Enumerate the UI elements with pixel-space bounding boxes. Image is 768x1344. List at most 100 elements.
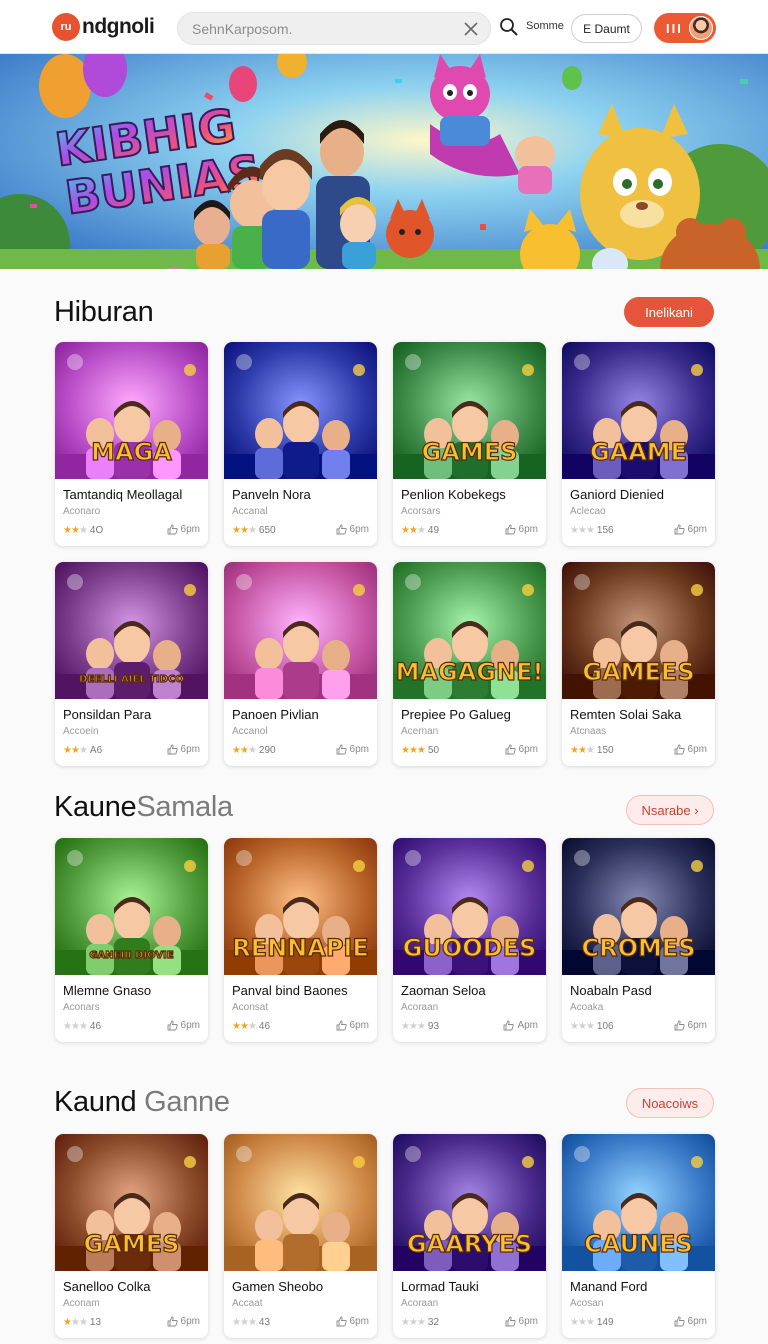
- game-thumbnail[interactable]: GAAME: [562, 342, 715, 479]
- card-action-label: 6pm: [518, 744, 538, 755]
- thumbs-up-icon: [336, 744, 347, 755]
- card-action[interactable]: 6pm: [336, 1020, 369, 1031]
- game-card[interactable]: GUOODES Zaoman Seloa Acoraan ★★★ 93 Apm: [393, 838, 546, 1042]
- rating-value: 32: [427, 1317, 440, 1328]
- game-thumbnail[interactable]: GUOODES: [393, 838, 546, 975]
- game-thumbnail[interactable]: [224, 562, 377, 699]
- game-thumbnail[interactable]: DEELLI AIEL TIDCO: [55, 562, 208, 699]
- game-thumbnail[interactable]: CROMES: [562, 838, 715, 975]
- card-action-label: 6pm: [518, 524, 538, 535]
- game-title[interactable]: Lormad Tauki: [401, 1279, 479, 1294]
- close-icon[interactable]: [462, 20, 480, 38]
- header-outline-button[interactable]: E Daumt: [571, 14, 642, 43]
- card-action[interactable]: 6pm: [674, 1020, 707, 1031]
- game-title[interactable]: Gamen Sheobo: [232, 1279, 323, 1294]
- game-rating: ★★★ A6: [63, 745, 102, 756]
- card-action[interactable]: 6pm: [505, 524, 538, 535]
- game-thumbnail[interactable]: GAMES: [55, 1134, 208, 1271]
- game-card[interactable]: GAARYES Lormad Tauki Acoraan ★★★ 32 6pm: [393, 1134, 546, 1338]
- game-card[interactable]: MAGAGNE! Prepiee Po Galueg Acernan ★★★ 50 6pm: [393, 562, 546, 766]
- game-card[interactable]: Panoen Pivlian Accanol ★★★ 290 6pm: [224, 562, 377, 766]
- card-action[interactable]: 6pm: [336, 744, 369, 755]
- game-title[interactable]: Penlion Kobekegs: [401, 487, 506, 502]
- game-thumbnail[interactable]: RENNAPIE: [224, 838, 377, 975]
- site-logo[interactable]: ru ndgnoli: [52, 12, 155, 42]
- card-action[interactable]: 6pm: [167, 1020, 200, 1031]
- game-card[interactable]: GAMEES Remten Solai Saka Atcnaas ★★★ 150 6pm: [562, 562, 715, 766]
- game-card[interactable]: GAAME Ganiord Dienied Aclecao ★★★ 156 6pm: [562, 342, 715, 546]
- game-subtitle: Atcnaas: [570, 726, 607, 737]
- game-rating: ★★★ 43: [232, 1317, 270, 1328]
- game-thumbnail[interactable]: GAMES: [393, 342, 546, 479]
- section-4-action-button[interactable]: Noacoiws: [626, 1088, 714, 1118]
- game-card[interactable]: Panveln Nora Accanal ★★★ 650 6pm: [224, 342, 377, 546]
- game-title[interactable]: Panval bind Baones: [232, 983, 348, 998]
- hero-banner[interactable]: KIBHIG BUNIAS: [0, 54, 768, 269]
- game-title[interactable]: Tamtandiq Meollagal: [63, 487, 182, 502]
- game-card[interactable]: CROMES Noabaln Pasd Acoaka ★★★ 106 6pm: [562, 838, 715, 1042]
- game-card[interactable]: Gamen Sheobo Accaat ★★★ 43 6pm: [224, 1134, 377, 1338]
- game-card[interactable]: GAMES Sanelloo Colka Aconam ★★★ 13 6pm: [55, 1134, 208, 1338]
- card-action-label: 6pm: [349, 1020, 369, 1031]
- game-subtitle: Accanol: [232, 726, 268, 737]
- user-menu-button[interactable]: III: [654, 13, 716, 43]
- section-3-action-button[interactable]: Nsarabe ›: [626, 795, 714, 825]
- game-title[interactable]: Panoen Pivlian: [232, 707, 319, 722]
- game-title[interactable]: Zaoman Seloa: [401, 983, 486, 998]
- search-input[interactable]: [192, 13, 452, 44]
- game-card[interactable]: CAUNES Manand Ford Acosan ★★★ 149 6pm: [562, 1134, 715, 1338]
- game-thumbnail[interactable]: GAARYES: [393, 1134, 546, 1271]
- thumbs-up-icon: [674, 524, 685, 535]
- game-thumbnail[interactable]: GANEIII DIOVIE: [55, 838, 208, 975]
- game-rating: ★★★ 106: [570, 1021, 614, 1032]
- game-title[interactable]: Panveln Nora: [232, 487, 311, 502]
- game-subtitle: Acoraan: [401, 1002, 439, 1013]
- game-title[interactable]: Manand Ford: [570, 1279, 647, 1294]
- card-action[interactable]: 6pm: [167, 744, 200, 755]
- header-link[interactable]: Somme: [526, 20, 564, 32]
- thumbs-up-icon: [167, 744, 178, 755]
- game-title[interactable]: Ganiord Dienied: [570, 487, 664, 502]
- game-card[interactable]: GAMES Penlion Kobekegs Acorsars ★★★ 49 6pm: [393, 342, 546, 546]
- game-card[interactable]: RENNAPIE Panval bind Baones Aconsat ★★★ 46 6p…: [224, 838, 377, 1042]
- thumbnail-title-text: GANEIII DIOVIE: [89, 950, 174, 961]
- star-icon: ★★★: [232, 1021, 257, 1032]
- card-action[interactable]: 6pm: [505, 1316, 538, 1327]
- card-action[interactable]: 6pm: [674, 744, 707, 755]
- game-thumbnail[interactable]: [224, 342, 377, 479]
- rating-value: 46: [258, 1021, 271, 1032]
- game-thumbnail[interactable]: CAUNES: [562, 1134, 715, 1271]
- game-thumbnail[interactable]: [224, 1134, 377, 1271]
- card-action[interactable]: 6pm: [505, 744, 538, 755]
- game-card[interactable]: GANEIII DIOVIE Mlemne Gnaso Aconars ★★★ 46 6p…: [55, 838, 208, 1042]
- rating-value: 49: [427, 525, 440, 536]
- rating-value: 13: [89, 1317, 102, 1328]
- game-thumbnail[interactable]: GAMEES: [562, 562, 715, 699]
- card-action[interactable]: 6pm: [336, 524, 369, 535]
- game-thumbnail[interactable]: MAGAGNE!: [393, 562, 546, 699]
- section-1-action-button[interactable]: Inelikani: [624, 297, 714, 327]
- game-title[interactable]: Mlemne Gnaso: [63, 983, 151, 998]
- game-card[interactable]: DEELLI AIEL TIDCO Ponsildan Para Accoein ★★…: [55, 562, 208, 766]
- thumbs-up-icon: [167, 524, 178, 535]
- game-title[interactable]: Sanelloo Colka: [63, 1279, 150, 1294]
- game-title[interactable]: Noabaln Pasd: [570, 983, 652, 998]
- search-icon[interactable]: [499, 17, 519, 37]
- card-action[interactable]: 6pm: [167, 1316, 200, 1327]
- game-rating: ★★★ 150: [570, 745, 614, 756]
- card-action[interactable]: 6pm: [167, 524, 200, 535]
- game-title[interactable]: Prepiee Po Galueg: [401, 707, 511, 722]
- card-action[interactable]: 6pm: [674, 1316, 707, 1327]
- rating-value: A6: [89, 745, 103, 756]
- game-subtitle: Acorsars: [401, 506, 441, 517]
- game-title[interactable]: Ponsildan Para: [63, 707, 151, 722]
- card-action-label: 6pm: [180, 1020, 200, 1031]
- card-action[interactable]: 6pm: [336, 1316, 369, 1327]
- game-card[interactable]: MAGA Tamtandiq Meollagal Aconaro ★★★ 4O 6pm: [55, 342, 208, 546]
- game-thumbnail[interactable]: MAGA: [55, 342, 208, 479]
- card-action[interactable]: 6pm: [674, 524, 707, 535]
- game-title[interactable]: Remten Solai Saka: [570, 707, 681, 722]
- game-subtitle: Acoraan: [401, 1298, 439, 1309]
- card-action-label: 6pm: [180, 744, 200, 755]
- card-action[interactable]: Apm: [503, 1020, 538, 1031]
